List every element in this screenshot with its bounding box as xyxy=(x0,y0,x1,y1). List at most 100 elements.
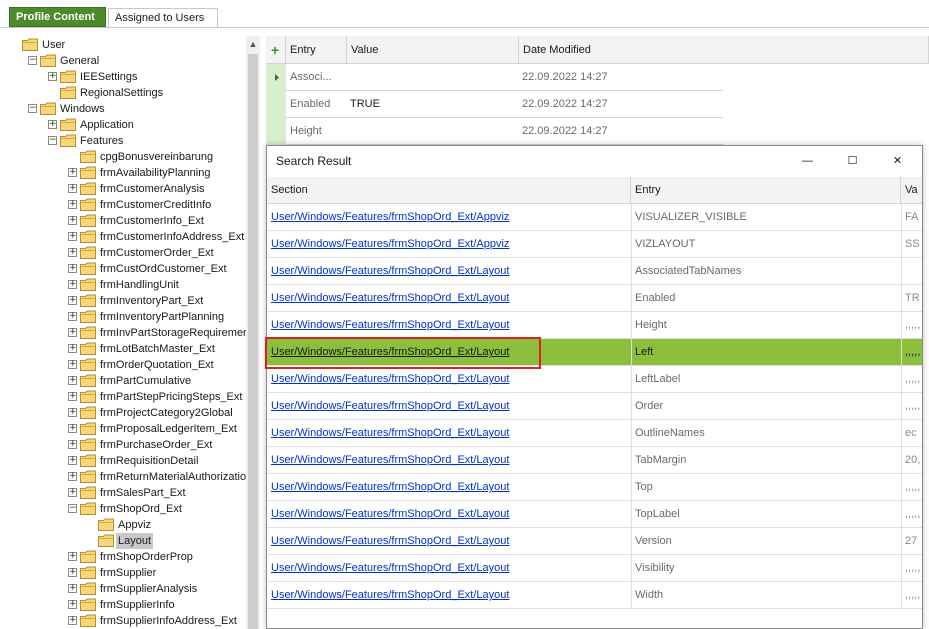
section-link[interactable]: User/Windows/Features/frmShopOrd_Ext/App… xyxy=(271,204,631,231)
collapse-icon[interactable]: − xyxy=(48,136,57,145)
tree-item[interactable]: User xyxy=(10,37,264,53)
tab-profile-content[interactable]: Profile Content xyxy=(9,7,106,27)
tree-item[interactable]: + frmPurchaseOrder_Ext xyxy=(68,437,264,453)
expand-icon[interactable]: + xyxy=(48,120,57,129)
dialog-header-value[interactable]: Va xyxy=(901,177,922,204)
expand-icon[interactable]: + xyxy=(68,344,77,353)
result-row[interactable]: User/Windows/Features/frmShopOrd_Ext/App… xyxy=(267,231,922,258)
tree-item[interactable]: + frmSalesPart_Ext xyxy=(68,485,264,501)
expand-icon[interactable]: + xyxy=(68,264,77,273)
tree-item[interactable]: + frmPartStepPricingSteps_Ext xyxy=(68,389,264,405)
expand-icon[interactable]: + xyxy=(68,392,77,401)
result-row[interactable]: User/Windows/Features/frmShopOrd_Ext/Lay… xyxy=(267,366,922,393)
expand-icon[interactable]: + xyxy=(68,376,77,385)
section-link[interactable]: User/Windows/Features/frmShopOrd_Ext/Lay… xyxy=(271,501,631,528)
expand-icon[interactable]: + xyxy=(68,584,77,593)
result-row[interactable]: User/Windows/Features/frmShopOrd_Ext/Lay… xyxy=(267,474,922,501)
maximize-icon[interactable]: ☐ xyxy=(830,146,875,176)
grid-header-entry[interactable]: Entry xyxy=(286,36,347,64)
tree-item[interactable]: RegionalSettings xyxy=(48,85,264,101)
tree-item[interactable]: cpgBonusvereinbarung xyxy=(68,149,264,165)
tree-item[interactable]: + frmSupplierInfo xyxy=(68,597,264,613)
tree-item[interactable]: + frmPartCumulative xyxy=(68,373,264,389)
result-row[interactable]: User/Windows/Features/frmShopOrd_Ext/Lay… xyxy=(267,258,922,285)
tree-item[interactable]: + frmCustOrdCustomer_Ext xyxy=(68,261,264,277)
expand-icon[interactable]: + xyxy=(68,216,77,225)
tree-item[interactable]: + frmReturnMaterialAuthorization xyxy=(68,469,264,485)
tree-item[interactable]: + frmInventoryPart_Ext xyxy=(68,293,264,309)
section-link[interactable]: User/Windows/Features/frmShopOrd_Ext/Lay… xyxy=(271,528,631,555)
section-link[interactable]: User/Windows/Features/frmShopOrd_Ext/Lay… xyxy=(271,285,631,312)
expand-icon[interactable]: + xyxy=(68,552,77,561)
dialog-header-entry[interactable]: Entry xyxy=(631,177,901,204)
expand-icon[interactable]: + xyxy=(68,184,77,193)
expand-icon[interactable]: + xyxy=(68,232,77,241)
result-row[interactable]: User/Windows/Features/frmShopOrd_Ext/Lay… xyxy=(267,285,922,312)
scroll-thumb[interactable] xyxy=(248,54,258,629)
section-link[interactable]: User/Windows/Features/frmShopOrd_Ext/App… xyxy=(271,231,631,258)
tree-item[interactable]: + frmRequisitionDetail xyxy=(68,453,264,469)
tree-item[interactable]: Appviz xyxy=(86,517,264,533)
expand-icon[interactable]: + xyxy=(68,568,77,577)
section-link[interactable]: User/Windows/Features/frmShopOrd_Ext/Lay… xyxy=(271,258,631,285)
tree-scrollbar[interactable]: ▲ xyxy=(246,36,260,629)
result-row[interactable]: User/Windows/Features/frmShopOrd_Ext/Lay… xyxy=(267,312,922,339)
tree-item[interactable]: + frmCustomerInfoAddress_Ext xyxy=(68,229,264,245)
section-link[interactable]: User/Windows/Features/frmShopOrd_Ext/Lay… xyxy=(271,474,631,501)
tree-item[interactable]: + frmProposalLedgerItem_Ext xyxy=(68,421,264,437)
tree-item[interactable]: Layout xyxy=(86,533,264,549)
grid-row[interactable]: Enabled TRUE 22.09.2022 14:27 xyxy=(266,91,723,118)
expand-icon[interactable]: + xyxy=(68,616,77,625)
expand-icon[interactable]: + xyxy=(68,488,77,497)
expand-icon[interactable]: + xyxy=(68,360,77,369)
expand-icon[interactable]: + xyxy=(68,408,77,417)
minimize-icon[interactable]: — xyxy=(785,146,830,176)
section-link[interactable]: User/Windows/Features/frmShopOrd_Ext/Lay… xyxy=(271,312,631,339)
expand-icon[interactable]: + xyxy=(68,168,77,177)
dialog-titlebar[interactable]: Search Result — ☐ ✕ xyxy=(267,146,922,176)
scroll-up-icon[interactable]: ▲ xyxy=(246,36,260,52)
result-row[interactable]: User/Windows/Features/frmShopOrd_Ext/Lay… xyxy=(267,582,922,609)
tree-item[interactable]: + frmInvPartStorageRequirement xyxy=(68,325,264,341)
expand-icon[interactable]: + xyxy=(68,440,77,449)
tree-item[interactable]: + frmLotBatchMaster_Ext xyxy=(68,341,264,357)
tree-item[interactable]: + frmInventoryPartPlanning xyxy=(68,309,264,325)
tree-item[interactable]: + frmProjectCategory2Global xyxy=(68,405,264,421)
result-row[interactable]: User/Windows/Features/frmShopOrd_Ext/Lay… xyxy=(267,447,922,474)
expand-icon[interactable]: + xyxy=(48,72,57,81)
expand-icon[interactable]: + xyxy=(68,600,77,609)
section-link[interactable]: User/Windows/Features/frmShopOrd_Ext/Lay… xyxy=(271,447,631,474)
result-row[interactable]: User/Windows/Features/frmShopOrd_Ext/Lay… xyxy=(267,420,922,447)
expand-icon[interactable]: + xyxy=(68,296,77,305)
tree-item[interactable]: + frmHandlingUnit xyxy=(68,277,264,293)
expand-icon[interactable]: + xyxy=(68,280,77,289)
collapse-icon[interactable]: − xyxy=(28,104,37,113)
grid-header-value[interactable]: Value xyxy=(347,36,519,64)
expand-icon[interactable]: + xyxy=(68,472,77,481)
result-row[interactable]: User/Windows/Features/frmShopOrd_Ext/App… xyxy=(267,204,922,231)
grid-header-date-modified[interactable]: Date Modified xyxy=(519,36,929,64)
expand-icon[interactable]: + xyxy=(68,200,77,209)
result-row[interactable]: User/Windows/Features/frmShopOrd_Ext/Lay… xyxy=(267,393,922,420)
tree-item[interactable]: + frmSupplier xyxy=(68,565,264,581)
tree-item[interactable]: + frmCustomerAnalysis xyxy=(68,181,264,197)
expand-icon[interactable]: + xyxy=(68,328,77,337)
expand-icon[interactable]: + xyxy=(68,424,77,433)
tree-item[interactable]: + IEESettings xyxy=(48,69,264,85)
collapse-icon[interactable]: − xyxy=(28,56,37,65)
tree-item[interactable]: − Windows xyxy=(28,101,264,117)
section-link[interactable]: User/Windows/Features/frmShopOrd_Ext/Lay… xyxy=(271,366,631,393)
grid-row[interactable]: Associ... 22.09.2022 14:27 xyxy=(266,64,723,91)
expand-icon[interactable]: + xyxy=(68,312,77,321)
tree-item[interactable]: + Application xyxy=(48,117,264,133)
expand-icon[interactable]: + xyxy=(68,456,77,465)
tree-item[interactable]: + frmAvailabilityPlanning xyxy=(68,165,264,181)
grid-row[interactable]: Height 22.09.2022 14:27 xyxy=(266,118,723,145)
section-link[interactable]: User/Windows/Features/frmShopOrd_Ext/Lay… xyxy=(271,555,631,582)
result-row[interactable]: User/Windows/Features/frmShopOrd_Ext/Lay… xyxy=(267,555,922,582)
section-link[interactable]: User/Windows/Features/frmShopOrd_Ext/Lay… xyxy=(271,393,631,420)
expand-icon[interactable]: + xyxy=(68,248,77,257)
result-row[interactable]: User/Windows/Features/frmShopOrd_Ext/Lay… xyxy=(267,501,922,528)
add-entry-icon[interactable]: + xyxy=(266,36,286,64)
tree-item[interactable]: − frmShopOrd_Ext xyxy=(68,501,264,517)
